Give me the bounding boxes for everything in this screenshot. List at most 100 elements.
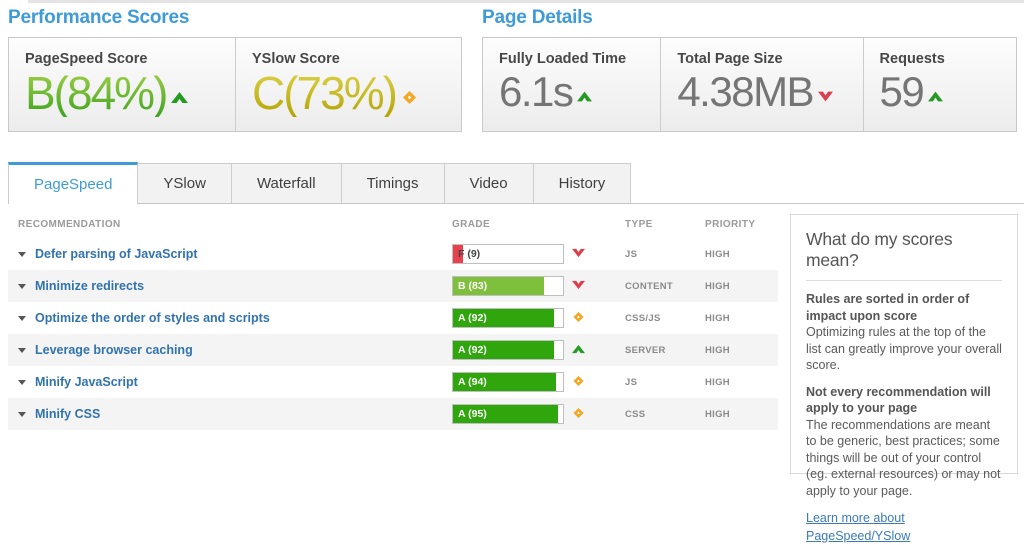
tab-label: Waterfall: [257, 175, 316, 192]
type-value: JS: [612, 377, 692, 388]
grade-bar: F (9): [452, 244, 564, 264]
grade-trend-icon: [572, 248, 585, 258]
grade-trend-icon: [572, 408, 585, 418]
table-row: Leverage browser caching A (92) SERVER H…: [8, 334, 778, 366]
grade-label: A (95): [458, 408, 487, 420]
performance-scores-panel: PageSpeed Score B(84%) YSlow Score C(73%…: [8, 37, 462, 132]
grade-bar: A (94): [452, 372, 564, 392]
priority-value: HIGH: [692, 281, 778, 292]
tab[interactable]: YSlow: [138, 163, 232, 203]
report-tabs: PageSpeed YSlow Waterfall Timings Video …: [8, 163, 1024, 204]
type-value: CSS/JS: [612, 313, 692, 324]
tab[interactable]: Timings: [342, 163, 445, 203]
tab-label: Video: [470, 175, 508, 192]
tab-label: Timings: [367, 175, 419, 192]
type-value: CONTENT: [612, 281, 692, 292]
priority-value: HIGH: [692, 345, 778, 356]
grade-label: A (94): [458, 376, 487, 388]
table-body: Defer parsing of JavaScript F (9) JS HIG…: [8, 238, 778, 430]
metric-card: Requests 59: [863, 38, 1016, 131]
metric-value: 59: [880, 69, 924, 115]
recommendation-link[interactable]: Optimize the order of styles and scripts: [35, 311, 270, 325]
grade-label: F (9): [458, 248, 480, 260]
metric-label: Requests: [880, 51, 1000, 67]
priority-value: HIGH: [692, 377, 778, 388]
info-section-heading: Rules are sorted in order of impact upon…: [806, 291, 1002, 324]
page-details-title: Page Details: [482, 7, 593, 29]
tab[interactable]: History: [534, 163, 632, 203]
metric-card: Total Page Size 4.38MB: [660, 38, 862, 131]
tab-label: History: [559, 175, 606, 192]
grade-trend-icon: [572, 312, 585, 322]
info-section-body: The recommendations are meant to be gene…: [806, 417, 1002, 500]
table-row: Minify JavaScript A (94) JS HIGH: [8, 366, 778, 398]
priority-value: HIGH: [692, 313, 778, 324]
metric-value: 6.1s: [499, 69, 572, 115]
page-details-panel: Fully Loaded Time 6.1s Total Page Size 4…: [482, 37, 1017, 132]
expand-triangle-icon[interactable]: [18, 252, 26, 257]
metric-card: Fully Loaded Time 6.1s: [483, 38, 660, 131]
grade-trend-icon: [572, 280, 585, 290]
header-grade: GRADE: [442, 219, 562, 230]
score-card-label: YSlow Score: [252, 51, 445, 67]
expand-triangle-icon[interactable]: [18, 412, 26, 417]
metric-label: Total Page Size: [677, 51, 846, 67]
metric-trend-icon: [818, 91, 833, 102]
expand-triangle-icon[interactable]: [18, 348, 26, 353]
header-recommendation: RECOMMENDATION: [8, 219, 442, 230]
metric-trend-icon: [577, 91, 592, 102]
priority-value: HIGH: [692, 409, 778, 420]
grade-bar: A (92): [452, 308, 564, 328]
score-card: PageSpeed Score B(84%): [9, 38, 235, 131]
recommendation-link[interactable]: Minify JavaScript: [35, 375, 138, 389]
tab[interactable]: Video: [445, 163, 534, 203]
type-value: CSS: [612, 409, 692, 420]
grade-label: A (92): [458, 344, 487, 356]
info-section: Rules are sorted in order of impact upon…: [806, 291, 1002, 374]
grade-bar: A (95): [452, 404, 564, 424]
grade-label: B (83): [458, 280, 487, 292]
type-value: JS: [612, 249, 692, 260]
recommendation-link[interactable]: Minify CSS: [35, 407, 100, 421]
grade-bar: A (92): [452, 340, 564, 360]
info-section: Not every recommendation will apply to y…: [806, 384, 1002, 500]
recommendation-link[interactable]: Leverage browser caching: [35, 343, 193, 357]
score-card: YSlow Score C(73%): [235, 38, 461, 131]
score-value: B(84%): [25, 69, 166, 117]
metric-trend-icon: [928, 91, 943, 102]
score-trend-icon: [171, 91, 188, 104]
expand-triangle-icon[interactable]: [18, 380, 26, 385]
info-panel-title: What do my scores mean?: [806, 229, 1002, 281]
grade-label: A (92): [458, 312, 487, 324]
type-value: SERVER: [612, 345, 692, 356]
expand-triangle-icon[interactable]: [18, 284, 26, 289]
tab[interactable]: PageSpeed: [8, 162, 138, 204]
metric-label: Fully Loaded Time: [499, 51, 644, 67]
table-row: Optimize the order of styles and scripts…: [8, 302, 778, 334]
header-priority: PRIORITY: [692, 219, 778, 230]
priority-value: HIGH: [692, 249, 778, 260]
info-section-body: Optimizing rules at the top of the list …: [806, 324, 1002, 374]
expand-triangle-icon[interactable]: [18, 316, 26, 321]
tab[interactable]: Waterfall: [232, 163, 342, 203]
info-sections: Rules are sorted in order of impact upon…: [806, 291, 1002, 499]
performance-scores-title: Performance Scores: [8, 7, 189, 29]
grade-trend-icon: [572, 344, 585, 354]
learn-more-link[interactable]: Learn more about PageSpeed/YSlow: [806, 511, 910, 543]
recommendation-link[interactable]: Minimize redirects: [35, 279, 144, 293]
recommendation-link[interactable]: Defer parsing of JavaScript: [35, 247, 198, 261]
tab-label: YSlow: [163, 175, 206, 192]
grade-trend-icon: [572, 376, 585, 386]
scores-info-panel: What do my scores mean? Rules are sorted…: [790, 214, 1018, 474]
score-card-label: PageSpeed Score: [25, 51, 219, 67]
grade-bar: B (83): [452, 276, 564, 296]
header-type: TYPE: [612, 219, 692, 230]
score-trend-icon: [401, 91, 418, 104]
score-value: C(73%): [252, 69, 396, 117]
cropped-edge-strip: [28, 0, 1024, 3]
table-row: Minimize redirects B (83) CONTENT HIGH: [8, 270, 778, 302]
table-row: Minify CSS A (95) CSS HIGH: [8, 398, 778, 430]
tab-label: PageSpeed: [34, 176, 112, 193]
info-section-heading: Not every recommendation will apply to y…: [806, 384, 1002, 417]
table-row: Defer parsing of JavaScript F (9) JS HIG…: [8, 238, 778, 270]
